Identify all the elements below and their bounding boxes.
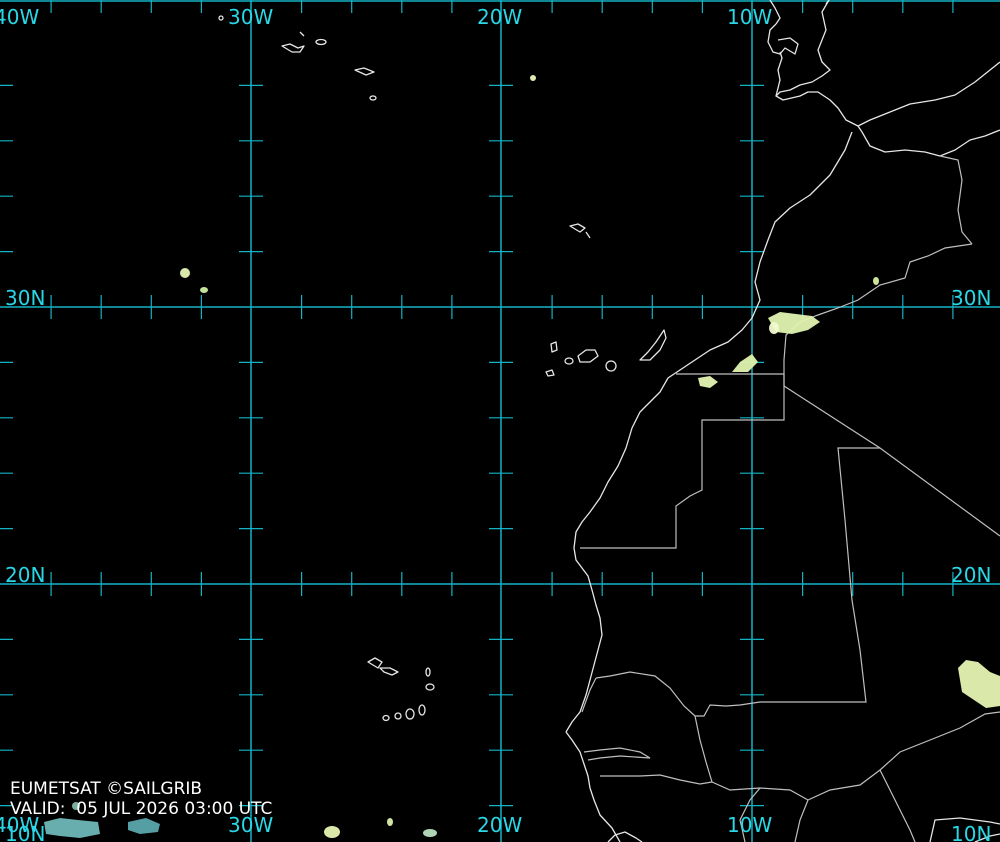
longitude-label-10w: 10W [727, 5, 773, 29]
latitude-label-10n-left: 10N [5, 822, 46, 842]
longitude-label-20w-bottom: 20W [477, 813, 523, 837]
longitude-label-10w-bottom: 10W [727, 813, 773, 837]
longitude-label-20w: 20W [477, 5, 523, 29]
graticule [0, 0, 1000, 842]
latitude-label-20n-left: 20N [5, 563, 46, 587]
latitude-label-30n-right: 30N [951, 286, 992, 310]
borders [580, 155, 1000, 842]
cloud-patches [44, 75, 1000, 838]
latitude-label-20n-right: 20N [951, 563, 992, 587]
credit-label: EUMETSAT ©SAILGRIB [10, 779, 203, 799]
valid-time-label: VALID: 05 JUL 2026 03:00 UTC [10, 799, 273, 819]
latitude-label-10n-right: 10N [951, 822, 992, 842]
latitude-label-30n-left: 30N [5, 286, 46, 310]
longitude-label-30w: 30W [228, 5, 274, 29]
coastline [565, 0, 1000, 842]
longitude-label-40w: 40W [0, 5, 40, 29]
satellite-map: 40W 30W 20W 10W 40W 30W 20W 10W 30N 30N … [0, 0, 1000, 842]
map-canvas [0, 0, 1000, 842]
